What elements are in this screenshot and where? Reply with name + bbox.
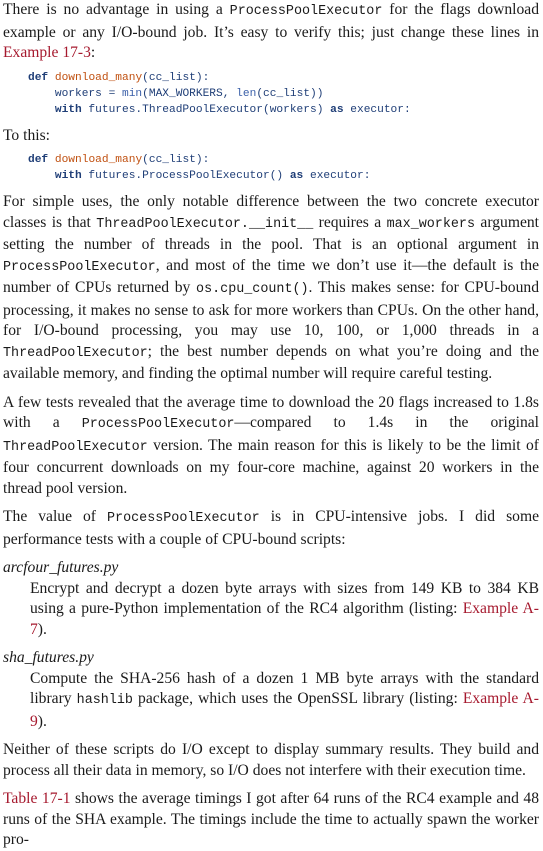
code-text: (cc_list): <box>142 154 210 166</box>
inline-code: ProcessPoolExecutor <box>3 259 156 275</box>
inline-code: ProcessPoolExecutor <box>81 417 235 432</box>
inline-code: ProcessPoolExecutor <box>107 511 260 526</box>
definition-term: sha_futures.py <box>3 649 94 666</box>
code-text: futures.ThreadPoolExecutor(workers) <box>81 103 331 116</box>
paragraph-to-this: To this: <box>3 126 50 144</box>
code-keyword: def <box>28 71 49 84</box>
inline-code: ThreadPoolExecutor.__init__ <box>96 216 314 232</box>
cross-reference-link[interactable]: Table 17-1 <box>3 790 71 807</box>
text: ). <box>37 712 47 730</box>
cross-reference-link[interactable]: Example 17-3 <box>3 44 91 61</box>
text: —compared to 1.4s in the original <box>234 414 539 431</box>
inline-code: ProcessPoolExecutor <box>229 4 383 19</box>
inline-code: hashlib <box>76 693 133 708</box>
text: There is no advantage in using a <box>3 1 230 18</box>
definition-description: Compute the SHA-256 hash of a dozen 1 MB… <box>30 669 539 733</box>
text: : <box>90 44 96 61</box>
definition-description: Encrypt and decrypt a dozen byte arrays … <box>30 579 539 641</box>
inline-code: os.cpu_count() <box>196 282 309 297</box>
text: package, which uses the OpenSSL library … <box>132 690 463 707</box>
code-keyword: with <box>54 170 82 182</box>
text: ). <box>37 620 47 638</box>
page: There is no advantage in using a Process… <box>0 0 543 848</box>
definition-term: arcfour_futures.py <box>3 559 119 576</box>
paragraph-cpu-intensive: The value of ProcessPoolExecutor is in C… <box>3 507 539 550</box>
code-builtin: len <box>236 87 257 100</box>
inline-code: ThreadPoolExecutor <box>3 345 148 361</box>
code-builtin: min <box>122 87 143 100</box>
script-definition-list: arcfour_futures.py Encrypt and decrypt a… <box>3 558 539 732</box>
code-function-name: download_many <box>54 154 143 166</box>
paragraph-test-results: A few tests revealed that the average ti… <box>3 393 539 500</box>
code-keyword: as <box>289 170 304 182</box>
code-text: (MAX_WORKERS, <box>142 87 237 100</box>
inline-code: max_workers <box>386 216 475 232</box>
code-keyword: def <box>28 154 49 166</box>
text: The value of <box>3 508 108 525</box>
code-block-after: def download_many(cc_list): with futures… <box>3 152 539 184</box>
code-text: executor: <box>303 170 371 182</box>
code-keyword: with <box>54 103 82 116</box>
text: requires a <box>313 213 387 231</box>
code-block-before: def download_many(cc_list): workers = mi… <box>3 70 539 118</box>
code-text: (cc_list)) <box>256 87 324 100</box>
code-text: futures.ProcessPoolExecutor() <box>81 170 290 182</box>
paragraph-timings: Table 17-1 shows the average timings I g… <box>3 789 539 851</box>
code-text: (cc_list): <box>142 71 210 84</box>
inline-code: ThreadPoolExecutor <box>3 439 148 455</box>
code-keyword: as <box>330 103 344 116</box>
paragraph-no-io: Neither of these scripts do I/O except t… <box>3 741 539 779</box>
code-function-name: download_many <box>54 71 143 84</box>
text: shows the average timings I got after 64… <box>3 790 539 848</box>
code-text: workers = <box>54 87 122 100</box>
paragraph-intro: There is no advantage in using a Process… <box>3 0 539 64</box>
code-text: executor: <box>343 103 411 116</box>
paragraph-executor-difference: For simple uses, the only notable differ… <box>3 192 539 385</box>
